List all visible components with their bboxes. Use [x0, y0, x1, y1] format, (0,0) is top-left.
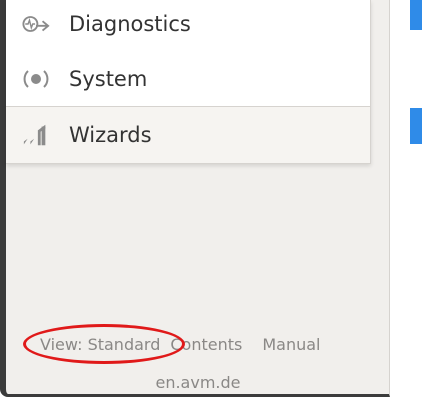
wizards-icon	[22, 121, 50, 149]
system-icon	[22, 65, 50, 93]
sidebar-item-label: Diagnostics	[69, 12, 191, 36]
sidebar-item-wizards[interactable]: Wizards	[6, 106, 370, 163]
accent-bar	[410, 108, 422, 144]
sidebar-item-system[interactable]: System	[6, 52, 370, 106]
sidebar-item-label: System	[69, 67, 148, 91]
domain-link[interactable]: en.avm.de	[6, 373, 390, 392]
sidebar-menu: Diagnostics System Wizards	[6, 0, 371, 164]
sidebar: Diagnostics System Wizards View: Standar…	[0, 0, 390, 397]
sidebar-item-label: Wizards	[69, 123, 152, 147]
sidebar-item-diagnostics[interactable]: Diagnostics	[6, 0, 370, 52]
diagnostics-icon	[22, 10, 50, 38]
view-standard-link[interactable]: View: Standard	[22, 324, 186, 364]
manual-link[interactable]: Manual	[262, 335, 320, 354]
main-content	[390, 0, 436, 400]
accent-bar	[410, 0, 422, 30]
app-frame: Diagnostics System Wizards View: Standar…	[0, 0, 436, 400]
footer-links: View: Standard Contents Manual	[22, 324, 320, 364]
